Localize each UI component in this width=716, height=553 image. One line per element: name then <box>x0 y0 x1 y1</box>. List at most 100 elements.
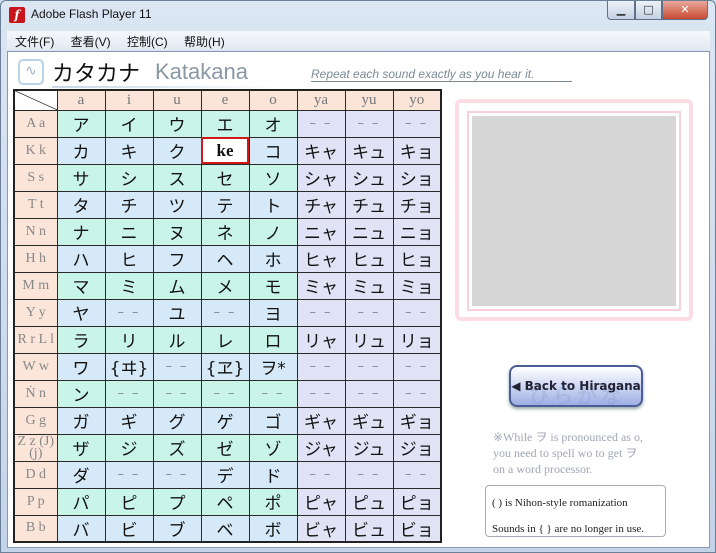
minimize-button[interactable]: ▁ <box>607 1 635 20</box>
kana-cell[interactable]: セ <box>200 163 250 192</box>
kana-cell[interactable]: オ <box>248 109 298 138</box>
kana-cell[interactable]: テ <box>200 190 250 219</box>
kana-cell[interactable]: ヒャ <box>296 244 346 273</box>
kana-cell[interactable]: ロ <box>248 325 298 354</box>
kana-cell[interactable]: ヤ <box>56 298 106 327</box>
menu-file[interactable]: 文件(F) <box>7 31 59 50</box>
kana-cell[interactable]: ユ <box>152 298 202 327</box>
menu-control[interactable]: 控制(C) <box>119 31 173 50</box>
kana-cell[interactable]: キュ <box>344 136 394 165</box>
kana-cell[interactable]: フ <box>152 244 202 273</box>
kana-cell[interactable]: ギ <box>104 406 154 435</box>
kana-cell[interactable]: ペ <box>200 487 250 516</box>
kana-cell[interactable]: チュ <box>344 190 394 219</box>
kana-cell[interactable]: ホ <box>248 244 298 273</box>
kana-cell[interactable]: ベ <box>200 514 250 543</box>
kana-cell[interactable]: ヒュ <box>344 244 394 273</box>
kana-cell[interactable]: ス <box>152 163 202 192</box>
kana-cell[interactable]: ピョ <box>392 487 442 516</box>
kana-cell[interactable]: グ <box>152 406 202 435</box>
kana-cell[interactable]: ギュ <box>344 406 394 435</box>
kana-cell[interactable]: {ヰ} <box>104 352 154 381</box>
kana-cell[interactable]: ツ <box>152 190 202 219</box>
kana-cell[interactable]: ミャ <box>296 271 346 300</box>
kana-cell[interactable]: ン <box>56 379 106 408</box>
kana-cell[interactable]: ガ <box>56 406 106 435</box>
kana-cell[interactable]: カ <box>56 136 106 165</box>
kana-cell[interactable]: ウ <box>152 109 202 138</box>
kana-cell[interactable]: ピャ <box>296 487 346 516</box>
kana-cell[interactable]: ke <box>200 136 250 165</box>
kana-cell[interactable]: ミョ <box>392 271 442 300</box>
kana-cell[interactable]: ワ <box>56 352 106 381</box>
kana-cell[interactable]: ヲ* <box>248 352 298 381</box>
kana-cell[interactable]: タ <box>56 190 106 219</box>
kana-cell[interactable]: シ <box>104 163 154 192</box>
kana-cell[interactable]: シャ <box>296 163 346 192</box>
kana-cell[interactable]: ザ <box>56 433 106 462</box>
kana-cell[interactable]: {ヱ} <box>200 352 250 381</box>
kana-cell[interactable]: ミ <box>104 271 154 300</box>
kana-cell[interactable]: ジュ <box>344 433 394 462</box>
kana-cell[interactable]: イ <box>104 109 154 138</box>
kana-cell[interactable]: ヒ <box>104 244 154 273</box>
kana-cell[interactable]: ソ <box>248 163 298 192</box>
kana-cell[interactable]: ポ <box>248 487 298 516</box>
kana-cell[interactable]: メ <box>200 271 250 300</box>
kana-cell[interactable]: ト <box>248 190 298 219</box>
kana-cell[interactable]: デ <box>200 460 250 489</box>
kana-cell[interactable]: ブ <box>152 514 202 543</box>
kana-cell[interactable]: ル <box>152 325 202 354</box>
kana-cell[interactable]: ビャ <box>296 514 346 543</box>
close-button[interactable]: ✕ <box>662 1 708 20</box>
title-bar[interactable]: f Adobe Flash Player 11 ▁ □ ✕ <box>1 1 715 29</box>
kana-cell[interactable]: サ <box>56 163 106 192</box>
kana-cell[interactable]: ド <box>248 460 298 489</box>
kana-cell[interactable]: キ <box>104 136 154 165</box>
kana-cell[interactable]: ジ <box>104 433 154 462</box>
kana-cell[interactable]: ゴ <box>248 406 298 435</box>
kana-cell[interactable]: プ <box>152 487 202 516</box>
kana-cell[interactable]: ク <box>152 136 202 165</box>
kana-cell[interactable]: ビュ <box>344 514 394 543</box>
menu-view[interactable]: 查看(V) <box>63 31 116 50</box>
kana-cell[interactable]: ニュ <box>344 217 394 246</box>
kana-cell[interactable]: シュ <box>344 163 394 192</box>
kana-cell[interactable]: ニャ <box>296 217 346 246</box>
kana-cell[interactable]: リ <box>104 325 154 354</box>
maximize-button[interactable]: □ <box>635 1 662 20</box>
kana-cell[interactable]: リョ <box>392 325 442 354</box>
kana-cell[interactable]: ゲ <box>200 406 250 435</box>
kana-cell[interactable]: ネ <box>200 217 250 246</box>
kana-cell[interactable]: ダ <box>56 460 106 489</box>
kana-cell[interactable]: ピュ <box>344 487 394 516</box>
kana-cell[interactable]: リャ <box>296 325 346 354</box>
kana-cell[interactable]: ゼ <box>200 433 250 462</box>
kana-cell[interactable]: ヒョ <box>392 244 442 273</box>
kana-cell[interactable]: ヌ <box>152 217 202 246</box>
kana-cell[interactable]: ズ <box>152 433 202 462</box>
kana-cell[interactable]: ラ <box>56 325 106 354</box>
kana-cell[interactable]: コ <box>248 136 298 165</box>
menu-help[interactable]: 帮助(H) <box>176 31 230 50</box>
kana-cell[interactable]: チ <box>104 190 154 219</box>
kana-cell[interactable]: ヘ <box>200 244 250 273</box>
sound-wave-icon[interactable]: ∿ <box>18 59 44 85</box>
kana-cell[interactable]: モ <box>248 271 298 300</box>
kana-cell[interactable]: チャ <box>296 190 346 219</box>
kana-cell[interactable]: ゾ <box>248 433 298 462</box>
kana-cell[interactable]: ミュ <box>344 271 394 300</box>
back-to-hiragana-button[interactable]: ひらがな ◀ Back to Hiragana <box>509 365 643 408</box>
kana-cell[interactable]: チョ <box>392 190 442 219</box>
kana-cell[interactable]: マ <box>56 271 106 300</box>
kana-cell[interactable]: ナ <box>56 217 106 246</box>
kana-cell[interactable]: ビ <box>104 514 154 543</box>
kana-cell[interactable]: ニ <box>104 217 154 246</box>
kana-cell[interactable]: ピ <box>104 487 154 516</box>
kana-cell[interactable]: ショ <box>392 163 442 192</box>
kana-cell[interactable]: バ <box>56 514 106 543</box>
kana-cell[interactable]: ギョ <box>392 406 442 435</box>
kana-cell[interactable]: ア <box>56 109 106 138</box>
kana-cell[interactable]: エ <box>200 109 250 138</box>
kana-cell[interactable]: レ <box>200 325 250 354</box>
